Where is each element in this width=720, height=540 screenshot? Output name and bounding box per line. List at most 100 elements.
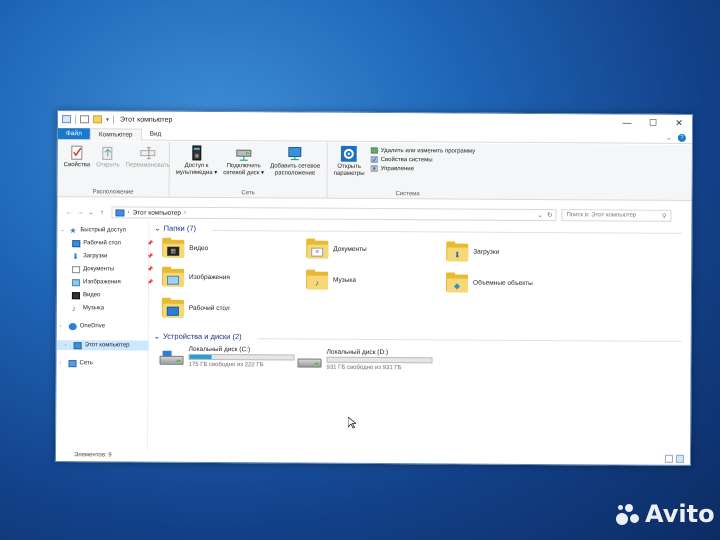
uninstall-program-button[interactable]: Удалить или изменить программу <box>370 147 475 155</box>
quick-access-toolbar: ▾ <box>62 114 115 124</box>
sidebar-item-label: Изображения <box>83 279 121 286</box>
breadcrumb-chevron-icon[interactable]: › <box>127 209 129 215</box>
sidebar-item-label: Рабочий стол <box>83 240 121 247</box>
folder-downloads[interactable]: ⬇ Загрузки <box>446 241 500 262</box>
window-title: Этот компьютер <box>120 115 173 124</box>
sidebar-item-quick-access[interactable]: ⌄ ★ Быстрый доступ <box>60 225 126 235</box>
minimize-button[interactable]: — <box>614 114 640 130</box>
video-icon <box>71 291 80 299</box>
sidebar-item-this-pc[interactable]: › Этот компьютер <box>56 340 149 351</box>
section-divider <box>257 338 682 342</box>
sidebar-item-label: Музыка <box>82 305 105 312</box>
ribbon-group-system-label: Система <box>395 191 420 198</box>
sidebar-item-music[interactable]: ♪ Музыка <box>72 303 104 313</box>
sidebar-item-onedrive[interactable]: › OneDrive <box>60 321 105 331</box>
sidebar-item-downloads[interactable]: ⬇ Загрузки 📌 <box>72 251 153 261</box>
tiles-view-icon[interactable] <box>675 454 684 463</box>
tab-view[interactable]: Вид <box>142 129 170 140</box>
folder-label: Загрузки <box>473 248 500 256</box>
sidebar-item-documents[interactable]: Документы 📌 <box>72 264 153 274</box>
drive-usage-bar <box>326 356 433 364</box>
folder-3d-objects[interactable]: ◆ Объемные объекты <box>445 272 533 293</box>
computer-icon <box>62 115 72 124</box>
folders-section-header[interactable]: ⌄ Папки (7) <box>154 224 196 233</box>
avito-watermark: Avito <box>614 500 715 528</box>
search-input[interactable]: Поиск в: Этот компьютер ⚲ <box>561 209 672 222</box>
media-access-label: Доступ к мультимедиа ▾ <box>175 162 218 177</box>
collapse-ribbon-icon[interactable]: ⌄ <box>666 133 672 141</box>
properties-quick-icon[interactable] <box>80 115 90 124</box>
folder-documents[interactable]: ≡ Документы <box>306 238 367 259</box>
chevron-right-icon[interactable]: › <box>65 342 71 348</box>
manage-button[interactable]: Управление <box>370 165 475 173</box>
folder-label: Видео <box>189 244 209 252</box>
breadcrumb-chevron-icon[interactable]: › <box>184 210 186 216</box>
ribbon-group-location: Свойства Открыть Переименовать Расположе… <box>57 141 170 197</box>
drives-section-header[interactable]: ⌄ Устройства и диски (2) <box>154 332 242 342</box>
chevron-down-icon[interactable]: ⌄ <box>154 224 160 233</box>
chevron-down-icon[interactable]: ⌄ <box>60 227 66 233</box>
folder-label: Рабочий стол <box>188 304 230 312</box>
chevron-right-icon[interactable]: › <box>60 360 66 366</box>
sidebar-item-network[interactable]: › Сеть <box>60 358 93 368</box>
sidebar-item-label: Документы <box>83 266 115 273</box>
folder-video[interactable]: ▦ Видео <box>162 237 209 258</box>
manage-label: Управление <box>380 165 415 172</box>
close-button[interactable]: ✕ <box>666 115 692 131</box>
toolbar-separator <box>74 114 77 124</box>
manage-icon <box>370 165 378 172</box>
back-button[interactable]: ← <box>63 209 74 216</box>
folder-pictures[interactable]: Изображения <box>162 266 230 287</box>
system-drive-icon <box>159 350 184 367</box>
folder-label: Объемные объекты <box>473 279 533 287</box>
drive-d[interactable]: Локальный диск (D:) 931 ГБ свободно из 9… <box>297 349 433 372</box>
sidebar-item-desktop[interactable]: Рабочий стол 📌 <box>72 238 154 248</box>
drive-free-space: 931 ГБ свободно из 931 ГБ <box>326 364 402 372</box>
drive-c[interactable]: Локальный диск (C:) 175 ГБ свободно из 2… <box>159 346 295 369</box>
media-server-icon <box>189 145 205 161</box>
customize-toolbar-icon[interactable]: ▾ <box>106 116 109 123</box>
folder-label: Музыка <box>333 276 357 284</box>
address-dropdown-icon[interactable]: ⌄ <box>538 211 544 219</box>
view-buttons <box>664 454 684 463</box>
status-bar: Элементов: 9 <box>56 449 690 465</box>
properties-icon <box>69 144 85 160</box>
help-icon[interactable]: ? <box>677 133 686 142</box>
drive-icon <box>297 354 322 370</box>
new-folder-quick-icon[interactable] <box>93 115 103 124</box>
address-bar[interactable]: › Этот компьютер › ⌄ ↻ <box>111 206 557 222</box>
forward-button[interactable]: → <box>74 209 85 216</box>
sidebar-item-label: Загрузки <box>83 253 108 260</box>
details-view-icon[interactable] <box>664 454 673 463</box>
ribbon: Свойства Открыть Переименовать Расположе… <box>57 141 692 201</box>
sidebar-item-label: OneDrive <box>79 323 106 330</box>
breadcrumb-this-pc[interactable]: Этот компьютер <box>132 209 181 216</box>
recent-locations-button[interactable]: ⌄ <box>85 208 96 216</box>
sidebar-item-video[interactable]: Видео <box>71 290 101 300</box>
ribbon-group-location-label: Расположение <box>92 189 134 196</box>
rename-icon <box>140 145 156 161</box>
refresh-icon[interactable]: ↻ <box>547 211 553 219</box>
chevron-down-icon[interactable]: ⌄ <box>154 332 160 341</box>
folder-music[interactable]: ♪ Музыка <box>305 269 357 290</box>
open-icon <box>100 144 116 160</box>
system-properties-button[interactable]: Свойства системы <box>370 156 475 164</box>
folder-desktop[interactable]: Рабочий стол <box>161 297 230 318</box>
properties-label: Свойства <box>63 162 91 169</box>
drive-usage-fill <box>189 354 212 360</box>
sidebar-item-pictures[interactable]: Изображения 📌 <box>72 277 153 287</box>
sidebar-item-label: Сеть <box>79 360 93 367</box>
computer-icon <box>115 208 125 216</box>
tab-computer[interactable]: Компьютер <box>89 128 142 141</box>
computer-icon <box>73 341 82 349</box>
pictures-folder-icon <box>162 266 185 287</box>
drives-header-label: Устройства и диски (2) <box>162 331 242 342</box>
section-divider <box>212 230 683 234</box>
search-icon: ⚲ <box>662 213 667 220</box>
tab-file[interactable]: Файл <box>57 128 90 140</box>
chevron-right-icon[interactable]: › <box>60 323 66 329</box>
folder-label: Документы <box>333 245 367 253</box>
maximize-button[interactable]: ☐ <box>640 115 666 131</box>
music-icon: ♪ <box>71 303 76 313</box>
up-button[interactable]: ↑ <box>96 209 107 216</box>
